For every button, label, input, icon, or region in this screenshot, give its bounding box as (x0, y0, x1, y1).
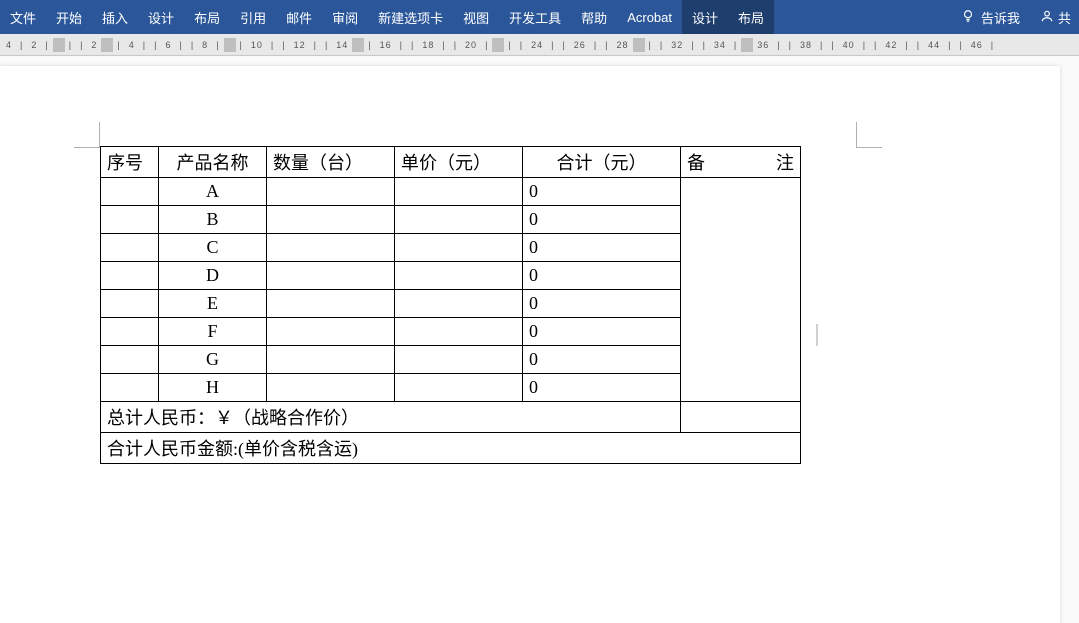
tab-view[interactable]: 视图 (453, 0, 499, 34)
ribbon-tabs: 文件 开始 插入 设计 布局 引用 邮件 审阅 新建选项卡 视图 开发工具 帮助… (0, 0, 1079, 34)
ruler-tab-marker[interactable] (492, 38, 504, 52)
horizontal-ruler[interactable]: 4 | 2 | | | 2 | 4 | | 6 | | 8 | | 10 | |… (0, 34, 1079, 56)
total-rmb-cell[interactable]: 总计人民币：￥（战略合作价） (101, 402, 681, 433)
tab-table-design[interactable]: 设计 (682, 0, 728, 34)
amount-rmb-cell[interactable]: 合计人民币金额:(单价含税含运) (101, 433, 801, 464)
tab-table-layout[interactable]: 布局 (728, 0, 774, 34)
lightbulb-icon (961, 9, 975, 26)
margin-corner-tl (74, 122, 100, 148)
product-table[interactable]: 序号 产品名称 数量（台） 单价（元） 合计（元） 备注 A 0 B 0 (100, 146, 801, 464)
col-total[interactable]: 合计（元） (523, 147, 681, 178)
table-header-row: 序号 产品名称 数量（台） 单价（元） 合计（元） 备注 (101, 147, 801, 178)
table-total-row[interactable]: 总计人民币：￥（战略合作价） (101, 402, 801, 433)
col-name[interactable]: 产品名称 (159, 147, 267, 178)
tell-me-search[interactable]: 告诉我 (949, 8, 1032, 27)
tab-mailings[interactable]: 邮件 (276, 0, 322, 34)
tab-newoption[interactable]: 新建选项卡 (368, 0, 453, 34)
tab-references[interactable]: 引用 (230, 0, 276, 34)
table-row[interactable]: A 0 (101, 178, 801, 206)
tab-design[interactable]: 设计 (138, 0, 184, 34)
ruler-tab-marker[interactable] (741, 38, 753, 52)
remark-merged-cell[interactable] (681, 178, 801, 402)
tab-acrobat[interactable]: Acrobat (617, 0, 682, 34)
ruler-tab-marker[interactable] (633, 38, 645, 52)
share-button[interactable]: 共 (1032, 8, 1079, 27)
tab-file[interactable]: 文件 (0, 0, 46, 34)
tab-home[interactable]: 开始 (46, 0, 92, 34)
ruler-tab-marker[interactable] (352, 38, 364, 52)
tab-layout[interactable]: 布局 (184, 0, 230, 34)
ruler-indent-marker[interactable] (101, 38, 113, 52)
tab-help[interactable]: 帮助 (571, 0, 617, 34)
tab-insert[interactable]: 插入 (92, 0, 138, 34)
share-label: 共 (1058, 8, 1071, 27)
table-amount-row[interactable]: 合计人民币金额:(单价含税含运) (101, 433, 801, 464)
margin-corner-tr (856, 122, 882, 148)
col-remark[interactable]: 备注 (681, 147, 801, 178)
col-seq[interactable]: 序号 (101, 147, 159, 178)
page[interactable]: 序号 产品名称 数量（台） 单价（元） 合计（元） 备注 A 0 B 0 (0, 66, 1060, 623)
document-area[interactable]: 序号 产品名称 数量（台） 单价（元） 合计（元） 备注 A 0 B 0 (0, 56, 1079, 623)
person-icon (1040, 9, 1054, 26)
ruler-tab-marker[interactable] (224, 38, 236, 52)
tab-developer[interactable]: 开发工具 (499, 0, 571, 34)
ruler-indent-marker[interactable] (53, 38, 65, 52)
tab-review[interactable]: 审阅 (322, 0, 368, 34)
text-cursor (816, 324, 818, 346)
tell-me-label: 告诉我 (981, 8, 1020, 27)
col-price[interactable]: 单价（元） (395, 147, 523, 178)
col-qty[interactable]: 数量（台） (267, 147, 395, 178)
